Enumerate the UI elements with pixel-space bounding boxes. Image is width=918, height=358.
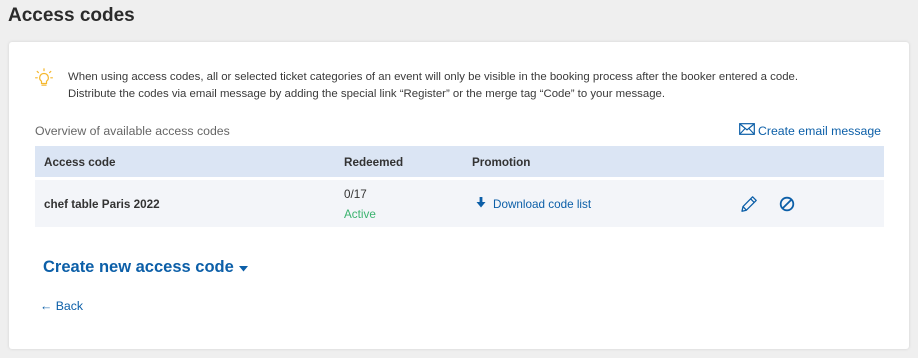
deactivate-icon[interactable] bbox=[779, 196, 795, 215]
header-redeemed: Redeemed bbox=[344, 156, 404, 169]
status-badge: Active bbox=[344, 208, 376, 221]
hint-line-1: When using access codes, all or selected… bbox=[68, 71, 799, 83]
access-codes-card: When using access codes, all or selected… bbox=[9, 42, 909, 349]
envelope-icon bbox=[739, 123, 755, 138]
create-new-access-code-label: Create new access code bbox=[43, 258, 234, 276]
table-row: chef table Paris 2022 0/17 Active Downlo… bbox=[35, 180, 884, 227]
redeemed-count: 0/17 bbox=[344, 188, 367, 201]
create-new-access-code-dropdown[interactable]: Create new access code bbox=[43, 258, 248, 277]
edit-pencil-icon[interactable] bbox=[740, 195, 758, 216]
header-access-code: Access code bbox=[44, 156, 116, 169]
header-promotion: Promotion bbox=[472, 156, 531, 169]
back-link[interactable]: ← Back bbox=[40, 299, 83, 313]
create-email-message-label: Create email message bbox=[757, 123, 881, 138]
download-code-list-label: Download code list bbox=[493, 197, 592, 211]
access-code-name: chef table Paris 2022 bbox=[44, 198, 160, 211]
access-codes-table: Access code Redeemed Promotion chef tabl… bbox=[35, 146, 884, 227]
overview-label: Overview of available access codes bbox=[35, 124, 230, 138]
caret-down-icon bbox=[238, 258, 248, 277]
download-arrow-icon bbox=[476, 197, 486, 211]
download-code-list-link[interactable]: Download code list bbox=[476, 197, 591, 211]
lightbulb-icon bbox=[35, 68, 53, 90]
create-email-message-link[interactable]: Create email message bbox=[739, 123, 881, 138]
page-title: Access codes bbox=[8, 5, 135, 26]
table-header: Access code Redeemed Promotion bbox=[35, 146, 884, 177]
hint-line-2: Distribute the codes via email message b… bbox=[68, 88, 666, 100]
